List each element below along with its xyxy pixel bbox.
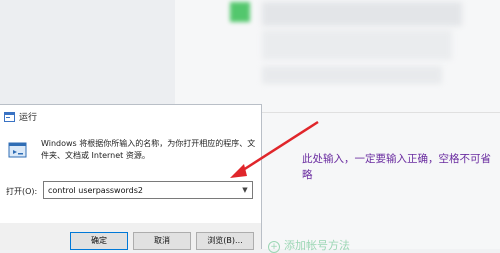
annotation-text: 此处输入，一定要输入正确，空格不可省略: [302, 153, 491, 181]
annotation-arrow: [230, 120, 319, 178]
